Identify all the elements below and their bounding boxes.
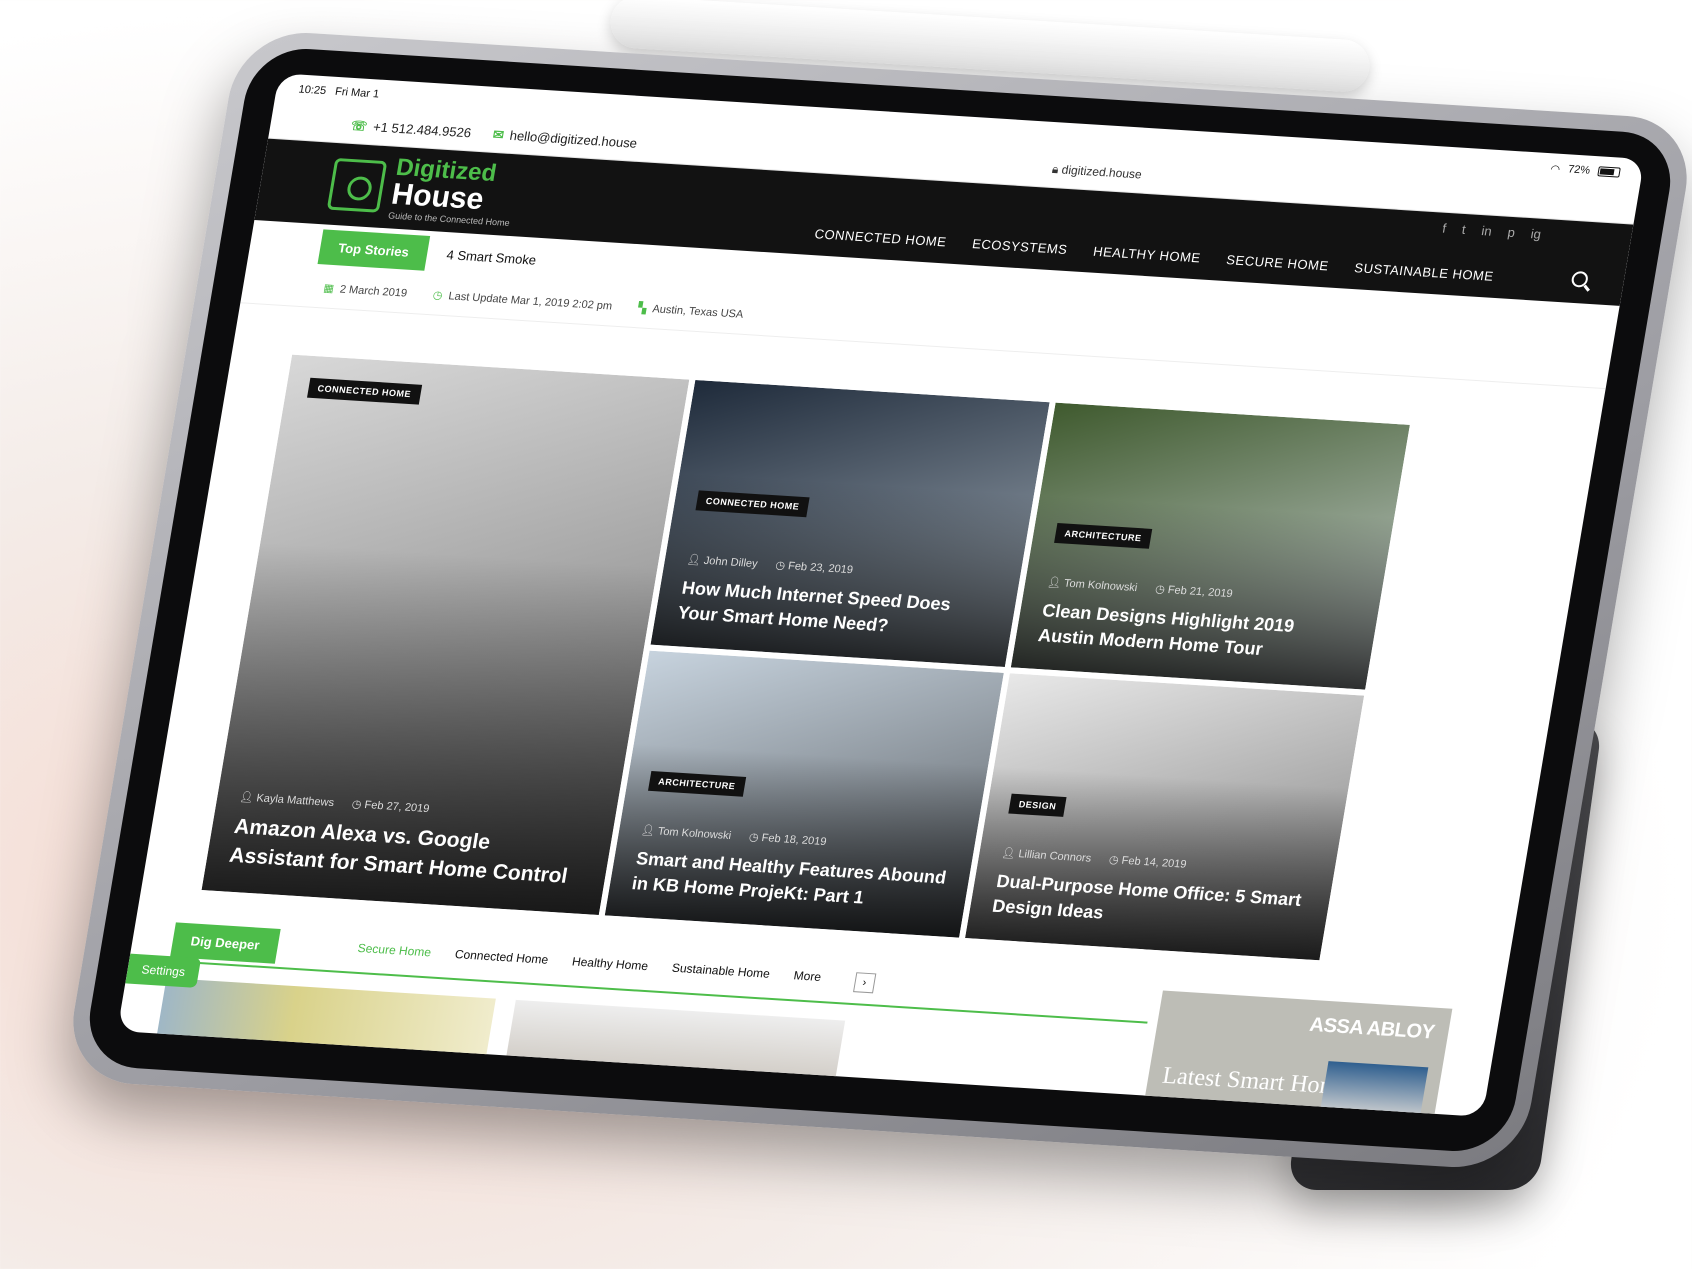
clock-icon: ◷ <box>431 289 444 302</box>
mail-icon: ✉ <box>491 126 506 142</box>
card-author[interactable]: Lillian Connors <box>1017 849 1092 865</box>
ad-brand: ASSA ABLOY <box>1307 1013 1437 1044</box>
linkedin-icon[interactable]: in <box>1480 223 1493 239</box>
twitter-icon[interactable]: t <box>1461 222 1467 237</box>
nav-secure-home[interactable]: SECURE HOME <box>1225 252 1330 273</box>
meta-location: Austin, Texas USA <box>651 303 745 321</box>
wifi-icon: ◠ <box>1549 162 1562 176</box>
site-logo[interactable]: Digitized House Guide to the Connected H… <box>326 151 520 227</box>
featured-card[interactable]: DESIGN 👤︎ Lillian Connors ◷ Feb 14, 2019… <box>964 673 1365 961</box>
card-date: Feb 18, 2019 <box>760 832 828 849</box>
card-author[interactable]: John Dilley <box>703 555 759 570</box>
featured-card[interactable]: CONNECTED HOME 👤︎ John Dilley ◷ Feb 23, … <box>650 379 1050 667</box>
card-date: Feb 23, 2019 <box>787 560 854 577</box>
nav-healthy-home[interactable]: HEALTHY HOME <box>1092 244 1202 266</box>
map-icon: ▚ <box>637 302 648 315</box>
search-icon[interactable] <box>1570 270 1590 288</box>
meta-date: 2 March 2019 <box>338 283 408 300</box>
address-url[interactable]: 🔒︎ digitized.house <box>1051 162 1143 183</box>
card-author[interactable]: Kayla Matthews <box>255 793 335 810</box>
tablet-screen: 10:25 Fri Mar 1 ◠ 72% ☏ +1 512.484.9526 ✉… <box>117 73 1645 1117</box>
featured-grid: CONNECTED HOME 👤︎ Kayla Matthews ◷ Feb 2… <box>201 354 1410 961</box>
phone-icon: ☏ <box>349 117 369 134</box>
dig-tabs: Secure Home Connected Home Healthy Home … <box>356 941 877 994</box>
ticker-headline[interactable]: 4 Smart Smoke <box>446 247 538 267</box>
settings-button[interactable]: Settings <box>125 953 202 988</box>
user-icon: 👤︎ <box>685 554 705 568</box>
featured-card[interactable]: ARCHITECTURE 👤︎ Tom Kolnowski ◷ Feb 18, … <box>604 650 1004 938</box>
contact-phone[interactable]: +1 512.484.9526 <box>372 119 472 140</box>
scene: 10:25 Fri Mar 1 ◠ 72% ☏ +1 512.484.9526 ✉… <box>0 0 1692 1269</box>
tab-healthy-home[interactable]: Healthy Home <box>570 954 649 979</box>
user-icon: 👤︎ <box>1000 847 1020 861</box>
featured-card[interactable]: ARCHITECTURE 👤︎ Tom Kolnowski ◷ Feb 21, … <box>1010 402 1410 690</box>
tab-more[interactable]: More <box>792 968 823 990</box>
status-day: Fri Mar 1 <box>334 85 381 101</box>
status-time: 10:25 <box>297 83 328 98</box>
battery-icon <box>1597 166 1621 178</box>
meta-updated: Last Update Mar 1, 2019 2:02 pm <box>447 290 614 313</box>
tab-secure-home[interactable]: Secure Home <box>356 941 433 965</box>
tab-sustainable-home[interactable]: Sustainable Home <box>670 961 771 987</box>
card-author[interactable]: Tom Kolnowski <box>1063 578 1138 595</box>
nav-ecosystems[interactable]: ECOSYSTEMS <box>971 236 1069 257</box>
chevron-right-icon[interactable]: › <box>852 972 877 994</box>
card-author[interactable]: Tom Kolnowski <box>657 826 732 843</box>
card-date: Feb 14, 2019 <box>1120 855 1188 872</box>
calendar-icon: ▦ <box>322 282 335 296</box>
card-date: Feb 21, 2019 <box>1166 584 1234 601</box>
category-badge[interactable]: DESIGN <box>1008 793 1067 817</box>
pinterest-icon[interactable]: p <box>1506 225 1516 240</box>
featured-card[interactable]: CONNECTED HOME 👤︎ Kayla Matthews ◷ Feb 2… <box>201 354 690 915</box>
top-stories-label: Top Stories <box>317 228 430 271</box>
card-date: Feb 27, 2019 <box>363 799 431 816</box>
nav-connected-home[interactable]: CONNECTED HOME <box>813 226 947 249</box>
contact-email[interactable]: hello@digitized.house <box>509 127 639 150</box>
battery-percent: 72% <box>1567 163 1592 177</box>
tab-connected-home[interactable]: Connected Home <box>453 947 550 973</box>
house-logo-icon <box>326 157 388 213</box>
tablet: 10:25 Fri Mar 1 ◠ 72% ☏ +1 512.484.9526 ✉… <box>62 28 1692 1172</box>
nav-sustainable-home[interactable]: SUSTAINABLE HOME <box>1353 260 1494 284</box>
instagram-icon[interactable]: ig <box>1530 226 1543 242</box>
